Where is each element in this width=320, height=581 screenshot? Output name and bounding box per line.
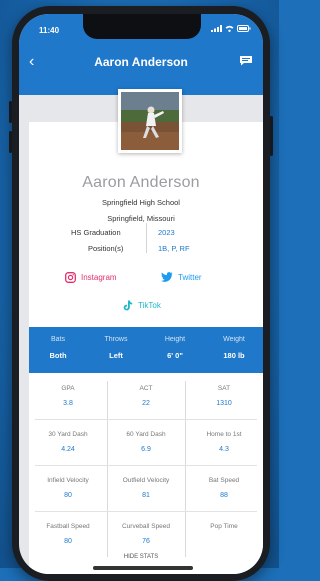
stat-label: Home to 1st	[206, 431, 242, 438]
stat-label: ACT	[139, 385, 153, 392]
stat-value: 1310	[216, 400, 232, 407]
stat-label: Infield Velocity	[47, 477, 89, 484]
stat-value: Both	[49, 351, 67, 360]
stat-value: 6' 0"	[167, 351, 183, 360]
instagram-link[interactable]: Instagram	[65, 272, 117, 283]
status-icons	[211, 25, 251, 32]
profile-photo	[118, 89, 182, 153]
positions-label: Position(s)	[88, 244, 124, 253]
stat-label: Throws	[104, 336, 128, 343]
player-name: Aaron Anderson	[82, 174, 200, 191]
graduation-label: HS Graduation	[71, 228, 121, 237]
phone-screen: 11:40 ‹ Aaron Anderson Aaron Anderson Sp…	[19, 14, 263, 574]
stat-weight: Weight 180 lb	[205, 327, 263, 360]
stat-value: 180 lb	[223, 351, 245, 360]
volume-up-button	[9, 101, 12, 123]
stat-value: 4.3	[219, 446, 229, 453]
tiktok-icon	[123, 300, 133, 311]
twitter-label: Twitter	[178, 272, 202, 282]
info-divider	[146, 223, 147, 253]
status-bar: 11:40	[19, 14, 263, 42]
volume-down-button	[9, 131, 12, 153]
stat-label: GPA	[61, 385, 75, 392]
stat-cell-outfield-velocity: Outfield Velocity 81	[107, 465, 185, 511]
battery-icon	[237, 25, 251, 32]
tiktok-link[interactable]: TikTok	[123, 300, 161, 311]
stat-height: Height 6' 0"	[146, 327, 204, 360]
stat-label: Curveball Speed	[121, 523, 171, 530]
stat-cell-curveball-speed: Curveball Speed 76	[107, 511, 185, 557]
positions-value: 1B, P, RF	[158, 244, 190, 253]
stat-label: Height	[164, 336, 186, 343]
stat-label: Fastball Speed	[46, 523, 90, 530]
stat-throws: Throws Left	[87, 327, 145, 360]
status-time: 11:40	[39, 26, 60, 35]
location: Springfield, Missouri	[107, 214, 175, 223]
stat-value: 4.24	[61, 446, 75, 453]
hide-stats-toggle[interactable]: HIDE STATS	[19, 554, 263, 560]
stat-label: Weight	[223, 336, 245, 343]
home-indicator	[93, 566, 193, 570]
stat-cell-infield-velocity: Infield Velocity 80	[29, 465, 107, 511]
stat-cell-60-yard-dash: 60 Yard Dash 6.9	[107, 419, 185, 465]
stat-label: Bats	[50, 336, 65, 343]
stat-value: 80	[64, 538, 72, 545]
stat-value: Left	[109, 351, 123, 360]
stat-value: 88	[220, 492, 228, 499]
stat-value: 22	[142, 400, 150, 407]
stat-cell-home-to-1st: Home to 1st 4.3	[185, 419, 263, 465]
stat-label: Pop Time	[210, 523, 238, 530]
stat-value: 76	[142, 538, 150, 545]
stat-cell-fastball-speed: Fastball Speed 80	[29, 511, 107, 557]
twitter-icon	[161, 272, 173, 282]
stat-value: 80	[64, 492, 72, 499]
stat-label: SAT	[217, 385, 231, 392]
page-title: Aaron Anderson	[94, 55, 188, 69]
stat-label: Outfield Velocity	[122, 477, 170, 484]
stat-label: 30 Yard Dash	[48, 431, 88, 438]
nav-header: ‹ Aaron Anderson	[19, 50, 263, 76]
stat-bats: Bats Both	[29, 327, 87, 360]
signal-icon	[211, 25, 222, 32]
physical-stats-band: Bats Both Throws Left Height 6' 0" Weight 18…	[29, 327, 263, 373]
twitter-link[interactable]: Twitter	[161, 272, 202, 282]
stat-label: 60 Yard Dash	[126, 431, 166, 438]
instagram-icon	[65, 272, 76, 283]
stat-cell-30-yard-dash: 30 Yard Dash 4.24	[29, 419, 107, 465]
school-name: Springfield High School	[102, 198, 180, 207]
stat-label: Bat Speed	[208, 477, 240, 484]
graduation-value: 2023	[158, 228, 175, 237]
stat-cell-gpa: GPA 3.8	[29, 373, 107, 419]
instagram-label: Instagram	[81, 273, 117, 282]
message-icon[interactable]	[239, 55, 253, 66]
wifi-icon	[225, 25, 234, 32]
stat-cell-bat-speed: Bat Speed 88	[185, 465, 263, 511]
stat-value: 3.8	[63, 400, 73, 407]
stat-cell-pop-time: Pop Time	[185, 511, 263, 557]
stat-value: 81	[142, 492, 150, 499]
stat-value: 6.9	[141, 446, 151, 453]
stat-cell-sat: SAT 1310	[185, 373, 263, 419]
tiktok-label: TikTok	[138, 301, 161, 310]
power-button	[270, 116, 273, 156]
player-photo-image	[121, 92, 179, 150]
notch	[83, 14, 201, 39]
stat-cell-act: ACT 22	[107, 373, 185, 419]
